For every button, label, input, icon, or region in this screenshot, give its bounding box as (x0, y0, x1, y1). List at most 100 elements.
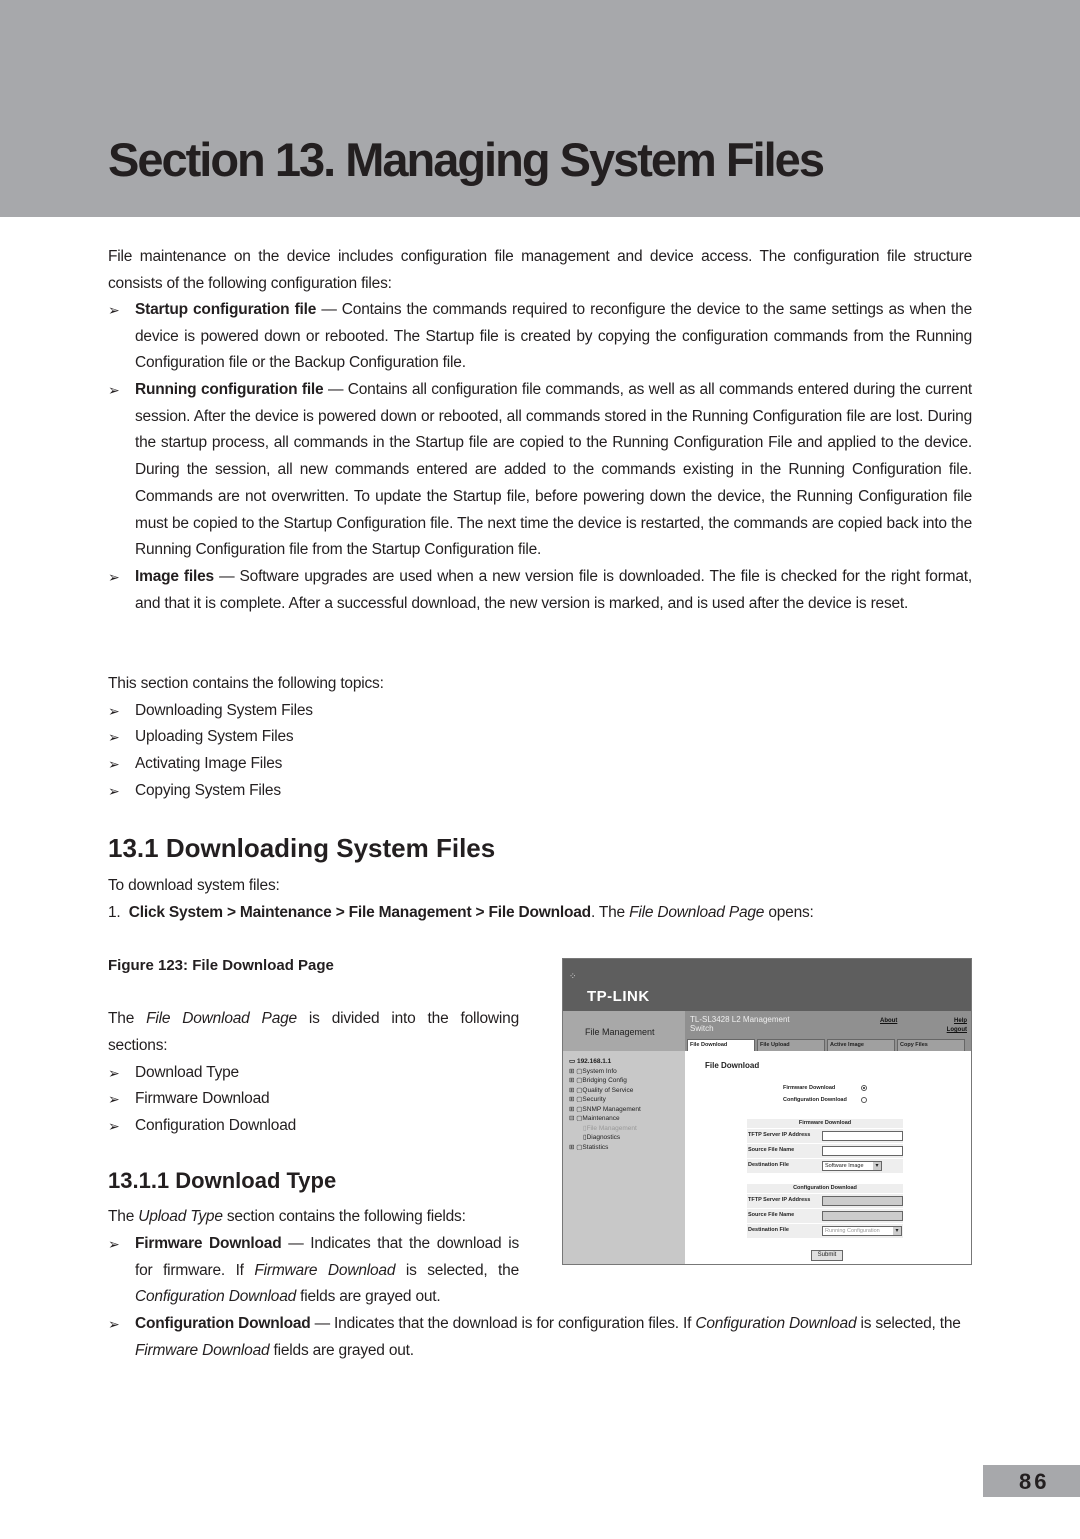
text: fields are grayed out. (296, 1288, 441, 1306)
arrow-bullet-icon: ➢ (108, 382, 120, 398)
field-label: TFTP Server IP Address (748, 1132, 811, 1138)
download-type-lead: The Upload Type section contains the fol… (108, 1204, 519, 1231)
section-label: Download Type (135, 1064, 239, 1081)
main-panel: File Download Firmware Download Configur… (685, 1051, 971, 1264)
topic-label: Downloading System Files (135, 702, 313, 719)
step-number: 1. (108, 904, 121, 921)
topic-item: ➢ Activating Image Files (108, 751, 972, 778)
field-label: Source File Name (748, 1212, 795, 1218)
field-label: TFTP Server IP Address (748, 1197, 811, 1203)
step-path: Click System > Maintenance > File Manage… (128, 904, 591, 921)
table-title: Configuration Download (747, 1184, 903, 1193)
logo-dots-icon: ⁘ (569, 971, 577, 981)
tp-link-logo: TP-LINK (587, 988, 650, 1005)
tree-item-statistics[interactable]: ⊞ ▢Statistics (569, 1143, 641, 1153)
cfg-destination-select[interactable]: Running Configuration (822, 1226, 902, 1236)
help-link[interactable]: Help (954, 1018, 967, 1024)
topics-lead: This section contains the following topi… (108, 675, 384, 692)
chapter-title: Section 13. Managing System Files (108, 133, 825, 186)
field-label: Source File Name (748, 1147, 795, 1153)
bullet-startup: ➢ Startup configuration file — Contains … (108, 297, 972, 377)
arrow-bullet-icon: ➢ (108, 703, 120, 719)
term: Running configuration file (135, 381, 324, 398)
term: Firmware Download (135, 1235, 282, 1252)
section-label: Firmware Download (135, 1090, 270, 1107)
section-item: ➢ Firmware Download (108, 1086, 519, 1113)
tab-active-image[interactable]: Active Image (827, 1039, 895, 1051)
arrow-bullet-icon: ➢ (108, 1316, 120, 1332)
page-number: 86 (1019, 1469, 1050, 1494)
text: Firmware Download (135, 1341, 270, 1359)
text: is selected, the (395, 1261, 519, 1279)
left-title: File Management (585, 1027, 655, 1037)
description: — Contains all configuration file comman… (135, 381, 972, 559)
figure-caption: Figure 123: File Download Page (108, 957, 334, 974)
section-heading-13-1: 13.1 Downloading System Files (108, 833, 496, 863)
radio-label-firmware: Firmware Download (783, 1085, 836, 1091)
section-item: ➢ Download Type (108, 1060, 519, 1087)
topic-label: Activating Image Files (135, 755, 283, 772)
step-1: 1. Click System > Maintenance > File Man… (108, 900, 972, 927)
tree-item-file-management[interactable]: ▯File Management (569, 1124, 641, 1134)
tree-item-system-info[interactable]: ⊞ ▢System Info (569, 1067, 641, 1077)
tree-item-snmp[interactable]: ⊞ ▢SNMP Management (569, 1105, 641, 1115)
tab-copy-files[interactable]: Copy Files (897, 1039, 965, 1051)
tree-root[interactable]: ▭ 192.168.1.1 (569, 1057, 641, 1067)
firmware-download-table: Firmware Download TFTP Server IP Address… (747, 1119, 903, 1173)
chapter-header: Section 13. Managing System Files (0, 0, 1080, 217)
configuration-download-table: Configuration Download TFTP Server IP Ad… (747, 1184, 903, 1238)
tree-item-maintenance[interactable]: ⊟ ▢Maintenance (569, 1114, 641, 1124)
tree-item-bridging-config[interactable]: ⊞ ▢Bridging Config (569, 1076, 641, 1086)
download-lead: To download system files: (108, 877, 280, 894)
bullet-configuration-download: ➢ Configuration Download — Indicates tha… (108, 1311, 972, 1364)
submit-button[interactable]: Submit (811, 1250, 843, 1261)
arrow-bullet-icon: ➢ (108, 302, 120, 318)
field-label: Destination File (748, 1227, 789, 1233)
tree-item-qos[interactable]: ⊞ ▢Quality of Service (569, 1086, 641, 1096)
tree-item-security[interactable]: ⊞ ▢Security (569, 1095, 641, 1105)
page-title: File Download (705, 1061, 760, 1070)
step-text: . The (590, 904, 630, 921)
tree-item-diagnostics[interactable]: ▯Diagnostics (569, 1133, 641, 1143)
intro-paragraph: File maintenance on the device includes … (108, 248, 972, 292)
arrow-bullet-icon: ➢ (108, 569, 120, 585)
tab-file-download[interactable]: File Download (687, 1039, 755, 1051)
cfg-tftp-ip-input[interactable] (822, 1196, 903, 1206)
section-label: Configuration Download (135, 1117, 297, 1134)
fw-tftp-ip-input[interactable] (822, 1131, 903, 1141)
text: The (108, 1010, 147, 1027)
bullet-image: ➢ Image files — Software upgrades are us… (108, 564, 972, 617)
text: is selected, the (856, 1315, 961, 1332)
arrow-bullet-icon: ➢ (108, 729, 120, 745)
term: Configuration Download (135, 1315, 311, 1332)
term: Startup configuration file (135, 301, 317, 318)
topic-label: Copying System Files (135, 782, 281, 799)
text: Firmware Download (254, 1261, 396, 1279)
file-download-screenshot: ⁘ TP-LINK File Management TL-SL3428 L2 M… (562, 958, 972, 1265)
logout-link[interactable]: Logout (947, 1027, 967, 1033)
text: section contains the following fields: (222, 1208, 466, 1225)
radio-firmware-download[interactable] (861, 1085, 867, 1091)
arrow-bullet-icon: ➢ (108, 1091, 120, 1107)
section-item: ➢ Configuration Download (108, 1113, 519, 1140)
topic-item: ➢ Downloading System Files (108, 698, 972, 725)
fw-destination-select[interactable]: Software Image (822, 1161, 882, 1171)
arrow-bullet-icon: ➢ (108, 1065, 120, 1081)
network-icon: ▭ (569, 1058, 577, 1065)
screenshot-banner: ⁘ TP-LINK (563, 959, 971, 1011)
bullet-firmware-download: ➢ Firmware Download — Indicates that the… (108, 1231, 519, 1311)
fw-source-file-input[interactable] (822, 1146, 903, 1156)
step-text: opens: (764, 904, 814, 921)
nav-tree: ▭ 192.168.1.1 ⊞ ▢System Info ⊞ ▢Bridging… (563, 1051, 685, 1264)
tab-bar: File Download File Upload Active Image C… (687, 1039, 967, 1051)
tab-file-upload[interactable]: File Upload (757, 1039, 825, 1051)
text: The (108, 1208, 139, 1225)
about-link[interactable]: About (880, 1018, 897, 1024)
left-title-bar: File Management (563, 1011, 685, 1051)
radio-configuration-download[interactable] (861, 1097, 867, 1103)
cfg-source-file-input[interactable] (822, 1211, 903, 1221)
text: fields are grayed out. (269, 1341, 415, 1359)
topic-label: Uploading System Files (135, 728, 294, 745)
text: Configuration Download (135, 1288, 297, 1306)
bullet-running: ➢ Running configuration file — Contains … (108, 377, 972, 564)
